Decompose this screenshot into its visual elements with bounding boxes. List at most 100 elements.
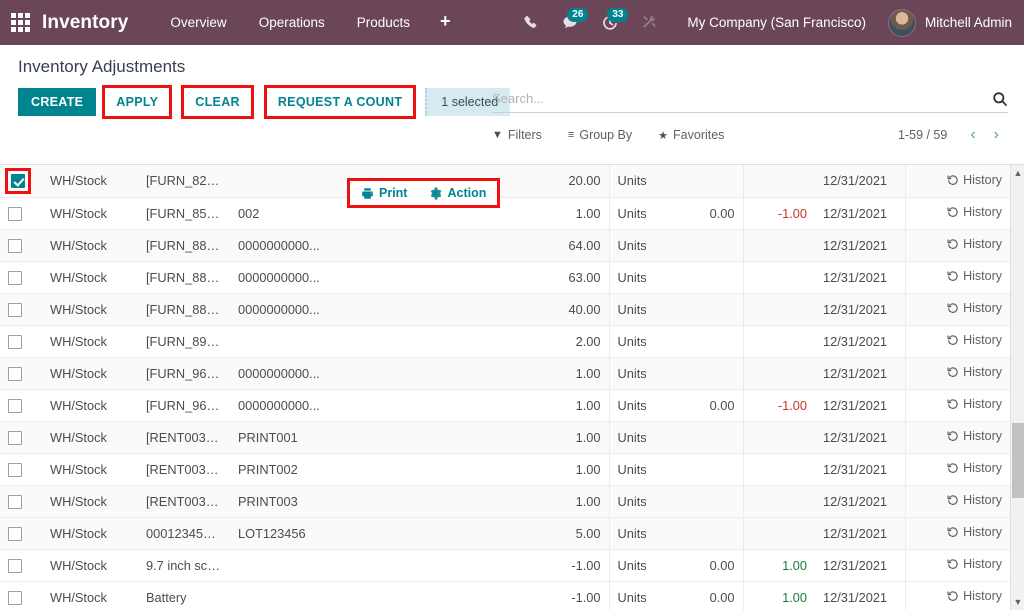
row-history-cell[interactable]: History	[905, 325, 1010, 357]
row-scheduled-date[interactable]: 12/31/2021	[815, 581, 905, 610]
print-button[interactable]: Print	[350, 181, 418, 205]
scroll-up-icon[interactable]: ▲	[1011, 165, 1024, 181]
row-select-cell[interactable]	[0, 197, 42, 229]
row-select-cell[interactable]	[0, 517, 42, 549]
row-history-cell[interactable]: History	[905, 421, 1010, 453]
table-row[interactable]: WH/Stock[FURN_8220]...20.00Units12/31/20…	[0, 165, 1010, 197]
row-quantity[interactable]: 1.00	[535, 197, 609, 229]
history-button[interactable]: History	[947, 365, 1002, 379]
row-scheduled-date[interactable]: 12/31/2021	[815, 197, 905, 229]
history-button[interactable]: History	[947, 461, 1002, 475]
clear-button[interactable]: CLEAR	[184, 88, 251, 116]
row-scheduled-date[interactable]: 12/31/2021	[815, 357, 905, 389]
user-menu[interactable]: Mitchell Admin	[882, 9, 1012, 37]
history-button[interactable]: History	[947, 333, 1002, 347]
row-quantity[interactable]: 1.00	[535, 421, 609, 453]
menu-item-overview[interactable]: Overview	[154, 9, 242, 36]
row-quantity[interactable]: -1.00	[535, 581, 609, 610]
group-by-dropdown[interactable]: ≡ Group By	[568, 128, 632, 142]
table-row[interactable]: WH/Stock9.7 inch scre...-1.00Units0.001.…	[0, 549, 1010, 581]
row-checkbox[interactable]	[8, 207, 22, 221]
row-counted-quantity[interactable]	[665, 293, 743, 325]
row-scheduled-date[interactable]: 12/31/2021	[815, 229, 905, 261]
row-select-cell[interactable]	[0, 357, 42, 389]
row-checkbox[interactable]	[8, 271, 22, 285]
scrollbar-thumb[interactable]	[1012, 423, 1024, 498]
row-counted-quantity[interactable]: 0.00	[665, 549, 743, 581]
row-counted-quantity[interactable]: 0.00	[665, 389, 743, 421]
tools-wrench-icon[interactable]	[630, 15, 669, 30]
row-counted-quantity[interactable]	[665, 325, 743, 357]
table-row[interactable]: WH/Stock[FURN_8855]...0000000000...40.00…	[0, 293, 1010, 325]
search-icon[interactable]	[986, 91, 1008, 107]
row-checkbox[interactable]	[8, 431, 22, 445]
row-history-cell[interactable]: History	[905, 389, 1010, 421]
row-select-cell[interactable]	[0, 293, 42, 325]
table-row[interactable]: WH/Stock[RENT003] P...PRINT0021.00Units1…	[0, 453, 1010, 485]
row-quantity[interactable]: 2.00	[535, 325, 609, 357]
list-vertical-scrollbar[interactable]: ▲ ▼	[1010, 165, 1024, 610]
row-select-cell[interactable]	[0, 261, 42, 293]
row-history-cell[interactable]: History	[905, 581, 1010, 610]
apply-button[interactable]: APPLY	[105, 88, 169, 116]
row-checkbox[interactable]	[8, 495, 22, 509]
row-counted-quantity[interactable]	[665, 229, 743, 261]
row-counted-quantity[interactable]	[665, 261, 743, 293]
row-select-cell[interactable]	[0, 581, 42, 610]
row-history-cell[interactable]: History	[905, 197, 1010, 229]
table-row[interactable]: WH/Stock[FURN_9666]...0000000000...1.00U…	[0, 357, 1010, 389]
apps-grid-icon[interactable]	[8, 11, 32, 35]
row-scheduled-date[interactable]: 12/31/2021	[815, 453, 905, 485]
row-quantity[interactable]: 1.00	[535, 485, 609, 517]
row-select-cell[interactable]	[0, 453, 42, 485]
filters-dropdown[interactable]: ▼ Filters	[492, 128, 542, 142]
row-counted-quantity[interactable]	[665, 421, 743, 453]
row-checkbox[interactable]	[8, 335, 22, 349]
row-quantity[interactable]: 64.00	[535, 229, 609, 261]
row-history-cell[interactable]: History	[905, 261, 1010, 293]
row-quantity[interactable]: 1.00	[535, 357, 609, 389]
row-history-cell[interactable]: History	[905, 293, 1010, 325]
row-counted-quantity[interactable]: 0.00	[665, 581, 743, 610]
row-scheduled-date[interactable]: 12/31/2021	[815, 325, 905, 357]
request-a-count-button[interactable]: REQUEST A COUNT	[267, 88, 413, 116]
row-checkbox[interactable]	[11, 174, 25, 188]
row-counted-quantity[interactable]	[665, 517, 743, 549]
row-history-cell[interactable]: History	[905, 517, 1010, 549]
history-button[interactable]: History	[947, 589, 1002, 603]
table-row[interactable]: WH/Stock[RENT003] P...PRINT0011.00Units1…	[0, 421, 1010, 453]
row-counted-quantity[interactable]	[665, 357, 743, 389]
app-brand-inventory[interactable]: Inventory	[42, 12, 128, 34]
row-quantity[interactable]: 40.00	[535, 293, 609, 325]
activities-clock-icon[interactable]: 33	[590, 15, 630, 31]
scroll-down-icon[interactable]: ▼	[1011, 594, 1024, 610]
row-scheduled-date[interactable]: 12/31/2021	[815, 261, 905, 293]
search-input[interactable]	[492, 89, 986, 108]
row-select-cell[interactable]	[0, 549, 42, 581]
row-scheduled-date[interactable]: 12/31/2021	[815, 293, 905, 325]
row-checkbox[interactable]	[8, 303, 22, 317]
row-checkbox[interactable]	[8, 463, 22, 477]
history-button[interactable]: History	[947, 429, 1002, 443]
row-scheduled-date[interactable]: 12/31/2021	[815, 421, 905, 453]
plus-icon[interactable]: +	[426, 9, 465, 37]
history-button[interactable]: History	[947, 525, 1002, 539]
create-button[interactable]: CREATE	[18, 88, 96, 116]
row-select-cell[interactable]	[0, 325, 42, 357]
history-button[interactable]: History	[947, 493, 1002, 507]
row-history-cell[interactable]: History	[905, 357, 1010, 389]
pager-previous-icon[interactable]: ‹	[961, 127, 984, 143]
table-row[interactable]: WH/Stock[FURN_8855]...0000000000...63.00…	[0, 261, 1010, 293]
row-quantity[interactable]: 20.00	[535, 165, 609, 197]
row-checkbox[interactable]	[8, 399, 22, 413]
history-button[interactable]: History	[947, 237, 1002, 251]
messages-icon[interactable]: 26	[550, 15, 590, 31]
row-select-cell[interactable]	[0, 421, 42, 453]
row-history-cell[interactable]: History	[905, 165, 1010, 197]
row-checkbox[interactable]	[8, 591, 22, 605]
table-row[interactable]: WH/Stock[RENT003] P...PRINT0031.00Units1…	[0, 485, 1010, 517]
favorites-dropdown[interactable]: ★ Favorites	[658, 128, 724, 142]
menu-item-operations[interactable]: Operations	[243, 9, 341, 36]
row-scheduled-date[interactable]: 12/31/2021	[815, 389, 905, 421]
row-checkbox[interactable]	[8, 367, 22, 381]
